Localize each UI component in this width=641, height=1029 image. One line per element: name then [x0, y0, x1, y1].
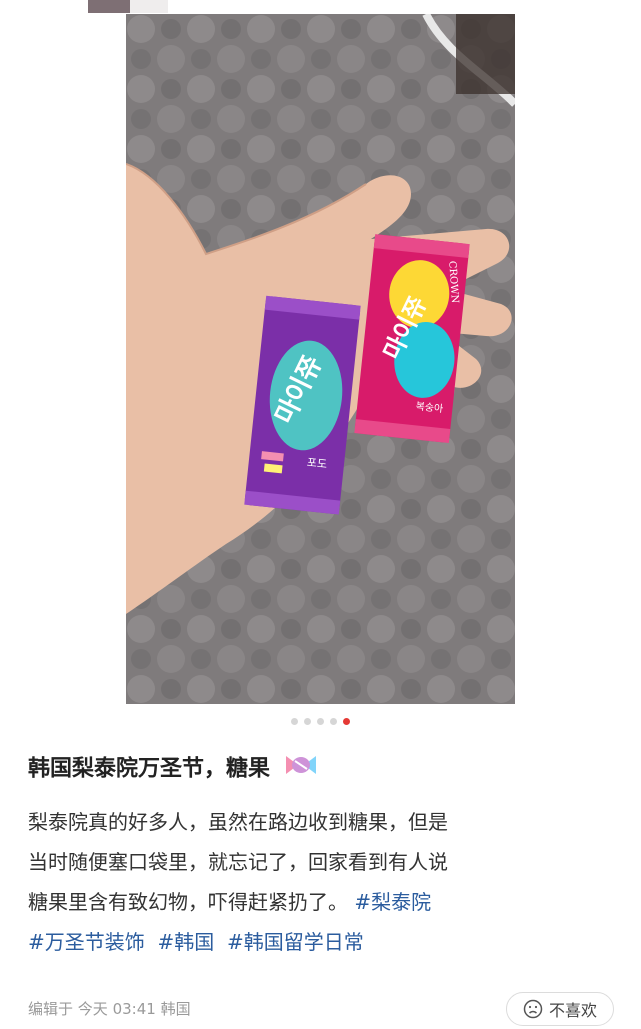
carousel-indicator — [0, 718, 641, 726]
carousel-dot-active[interactable] — [343, 718, 350, 725]
candy-icon — [284, 752, 318, 787]
carousel-dot[interactable] — [317, 718, 324, 725]
status-tab-dark — [88, 0, 130, 13]
hashtag-link[interactable]: #韩国 — [157, 930, 214, 954]
photo-illustration: 마이쮸 포도 마이쮸 CROWN 복숭아 — [126, 14, 515, 704]
svg-text:포도: 포도 — [306, 456, 327, 471]
body-line: 梨泰院真的好多人，虽然在路边收到糖果，但是 — [28, 810, 448, 834]
body-line-with-tag: 糖果里含有致幻物，吓得赶紧扔了。 #梨泰院 — [28, 882, 618, 922]
body-line: 当时随便塞口袋里，就忘记了，回家看到有人说 — [28, 850, 448, 874]
carousel-dot[interactable] — [304, 718, 311, 725]
body-line: 糖果里含有致幻物，吓得赶紧扔了。 — [28, 890, 348, 914]
post-time: 今天 03:41 — [77, 1000, 156, 1018]
post-title-text: 韩国梨泰院万圣节，糖果 — [28, 756, 271, 782]
hashtag-link[interactable]: #韩国留学日常 — [227, 930, 364, 954]
edit-label: 编辑于 — [28, 1000, 74, 1018]
status-tab-light — [130, 0, 168, 13]
dislike-label: 不喜欢 — [548, 1001, 597, 1020]
carousel-dot[interactable] — [330, 718, 337, 725]
post-photo[interactable]: 마이쮸 포도 마이쮸 CROWN 복숭아 — [126, 14, 515, 704]
post-title: 韩国梨泰院万圣节，糖果 — [28, 752, 618, 787]
hashtag-link[interactable]: #梨泰院 — [354, 890, 431, 914]
carousel-dot[interactable] — [291, 718, 298, 725]
post-body: 梨泰院真的好多人，虽然在路边收到糖果，但是 当时随便塞口袋里，就忘记了，回家看到… — [28, 802, 618, 962]
post-meta: 编辑于 今天 03:41 韩国 — [28, 998, 191, 1020]
hashtag-link[interactable]: #万圣节装饰 — [28, 930, 145, 954]
dislike-button[interactable]: 不喜欢 — [506, 992, 614, 1026]
post-location: 韩国 — [160, 1000, 191, 1018]
sad-face-icon — [523, 999, 543, 1019]
tag-line: #万圣节装饰 #韩国 #韩国留学日常 — [28, 922, 618, 962]
